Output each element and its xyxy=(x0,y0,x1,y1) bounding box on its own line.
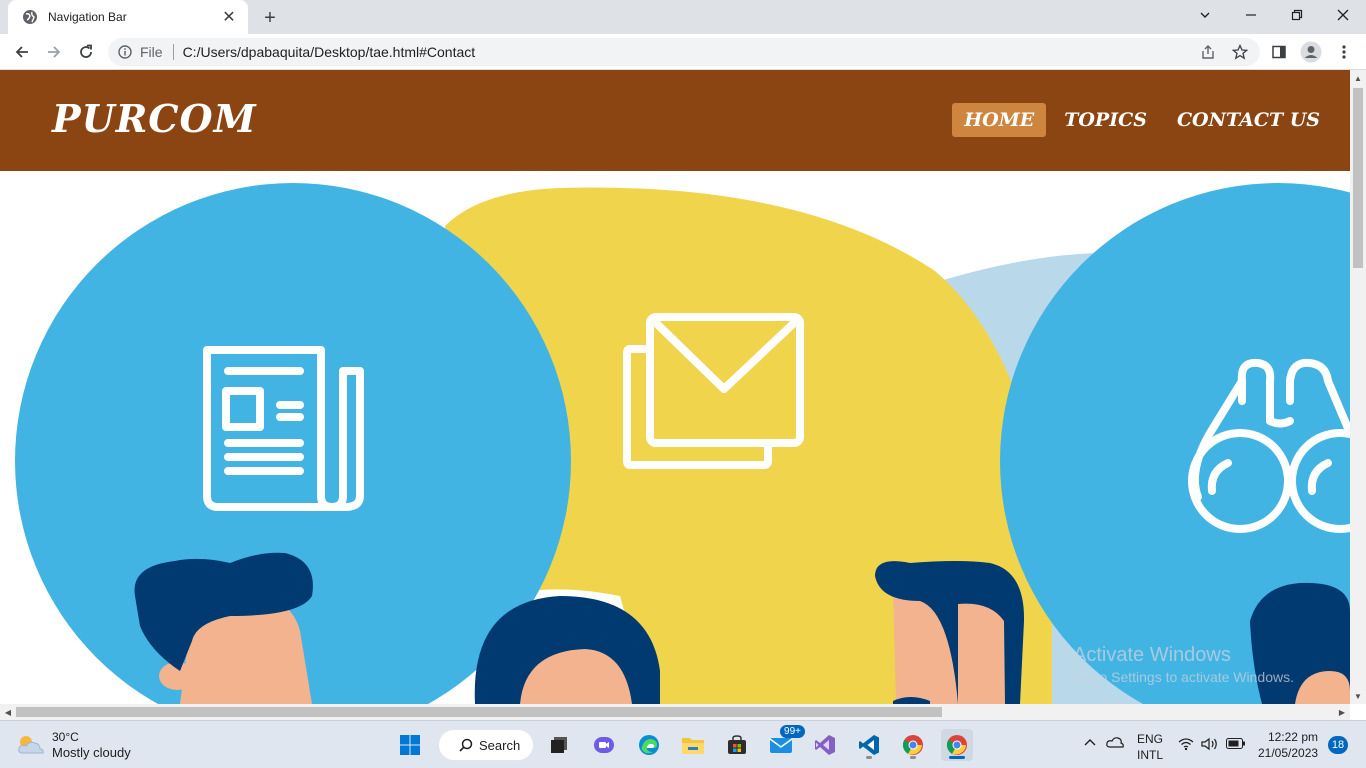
input-language[interactable]: ENG INTL xyxy=(1137,731,1163,763)
watermark-title: Activate Windows xyxy=(1073,644,1231,666)
omnibox-divider xyxy=(172,44,174,60)
task-view-icon[interactable] xyxy=(543,729,575,761)
vscode-icon[interactable] xyxy=(853,729,885,761)
browser-tab[interactable]: Navigation Bar ✕ xyxy=(8,0,248,34)
forward-arrow-icon[interactable] xyxy=(40,38,68,66)
info-icon[interactable] xyxy=(118,45,132,59)
meet-chat-icon[interactable] xyxy=(588,729,620,761)
watermark-subtitle: Go to Settings to activate Windows. xyxy=(1073,669,1294,685)
horizontal-scrollbar[interactable]: ◀ ▶ xyxy=(0,704,1350,720)
scroll-down-icon[interactable]: ▼ xyxy=(1350,688,1366,704)
browser-tab-strip: Navigation Bar ✕ + xyxy=(0,0,1366,34)
visual-studio-icon[interactable] xyxy=(809,729,841,761)
search-label: Search xyxy=(479,737,521,753)
search-icon xyxy=(459,738,473,752)
volume-icon[interactable] xyxy=(1201,737,1219,754)
notification-count-badge[interactable]: 18 xyxy=(1328,736,1348,754)
clock-time: 12:22 pm xyxy=(1267,730,1318,744)
chrome-icon[interactable] xyxy=(897,729,929,761)
new-tab-button[interactable]: + xyxy=(258,6,282,30)
globe-icon xyxy=(23,10,37,24)
scroll-left-icon[interactable]: ◀ xyxy=(0,704,16,720)
show-hidden-icons-chevron-icon[interactable] xyxy=(1084,736,1096,750)
restore-icon[interactable] xyxy=(1274,0,1320,30)
keyboard-layout: INTL xyxy=(1137,748,1164,762)
weather-temperature: 30°C xyxy=(52,730,79,744)
activation-watermark: Activate Windows Go to Settings to activ… xyxy=(1073,644,1294,685)
address-bar[interactable]: File C:/Users/dpabaquita/Desktop/tae.htm… xyxy=(108,38,1260,66)
taskbar-search[interactable]: Search xyxy=(438,729,534,761)
reload-icon[interactable] xyxy=(72,38,100,66)
cloudy-weather-icon xyxy=(18,736,44,754)
menu-dots-icon[interactable] xyxy=(1330,38,1358,66)
browser-toolbar: File C:/Users/dpabaquita/Desktop/tae.htm… xyxy=(0,34,1366,70)
person-left-illustration xyxy=(134,552,313,704)
mail-unread-badge: 99+ xyxy=(780,725,805,738)
profile-avatar-icon[interactable] xyxy=(1297,38,1325,66)
scroll-up-icon[interactable]: ▲ xyxy=(1350,70,1366,86)
hero-illustration xyxy=(15,183,1350,704)
nav-contact-link[interactable]: CONTACT US xyxy=(1165,103,1332,137)
tab-title: Navigation Bar xyxy=(48,10,127,24)
protocol-label: File xyxy=(140,44,163,60)
nav-links: HOME TOPICS CONTACT US xyxy=(946,103,1332,137)
nav-topics-link[interactable]: TOPICS xyxy=(1052,103,1159,137)
close-window-icon[interactable] xyxy=(1320,0,1366,30)
minimize-icon[interactable] xyxy=(1228,0,1274,30)
bookmark-star-icon[interactable] xyxy=(1226,38,1254,66)
running-indicator xyxy=(866,756,872,759)
running-indicator xyxy=(910,756,916,759)
mail-icon[interactable]: 99+ xyxy=(765,725,805,761)
file-explorer-icon[interactable] xyxy=(677,729,709,761)
clock-date: 21/05/2023 xyxy=(1258,746,1319,760)
chrome-active-icon[interactable] xyxy=(941,729,973,761)
onedrive-cloud-icon[interactable] xyxy=(1106,735,1124,752)
share-icon[interactable] xyxy=(1194,38,1222,66)
language-code: ENG xyxy=(1137,732,1164,746)
page-viewport: PURCOM HOME TOPICS CONTACT US Activate W… xyxy=(0,70,1350,704)
person-right-illustration xyxy=(875,561,1025,704)
active-indicator xyxy=(949,756,965,759)
tab-search-icon[interactable] xyxy=(1182,0,1228,30)
site-logo[interactable]: PURCOM xyxy=(52,96,257,141)
vertical-scrollbar[interactable]: ▲ ▼ xyxy=(1350,70,1366,704)
back-arrow-icon[interactable] xyxy=(8,38,36,66)
url-text[interactable]: C:/Users/dpabaquita/Desktop/tae.html#Con… xyxy=(183,44,476,60)
scroll-right-icon[interactable]: ▶ xyxy=(1334,704,1350,720)
tab-close-icon[interactable]: ✕ xyxy=(220,8,238,26)
windows-taskbar: 30°C Mostly cloudy Search 99+ ENG INTL 1… xyxy=(0,720,1366,768)
battery-icon[interactable] xyxy=(1226,738,1246,752)
weather-condition: Mostly cloudy xyxy=(52,745,131,760)
nav-home-link[interactable]: HOME xyxy=(952,103,1047,137)
wifi-icon[interactable] xyxy=(1178,737,1194,754)
vertical-scroll-thumb[interactable] xyxy=(1353,88,1363,268)
horizontal-scroll-thumb[interactable] xyxy=(16,707,942,717)
weather-widget[interactable]: 30°C Mostly cloudy xyxy=(16,729,131,761)
system-clock[interactable]: 12:22 pm 21/05/2023 xyxy=(1258,729,1318,761)
start-windows-icon[interactable] xyxy=(394,729,426,761)
side-panel-icon[interactable] xyxy=(1265,38,1293,66)
site-navigation-bar: PURCOM HOME TOPICS CONTACT US xyxy=(0,70,1350,171)
microsoft-store-icon[interactable] xyxy=(721,729,753,761)
edge-browser-icon[interactable] xyxy=(633,729,665,761)
